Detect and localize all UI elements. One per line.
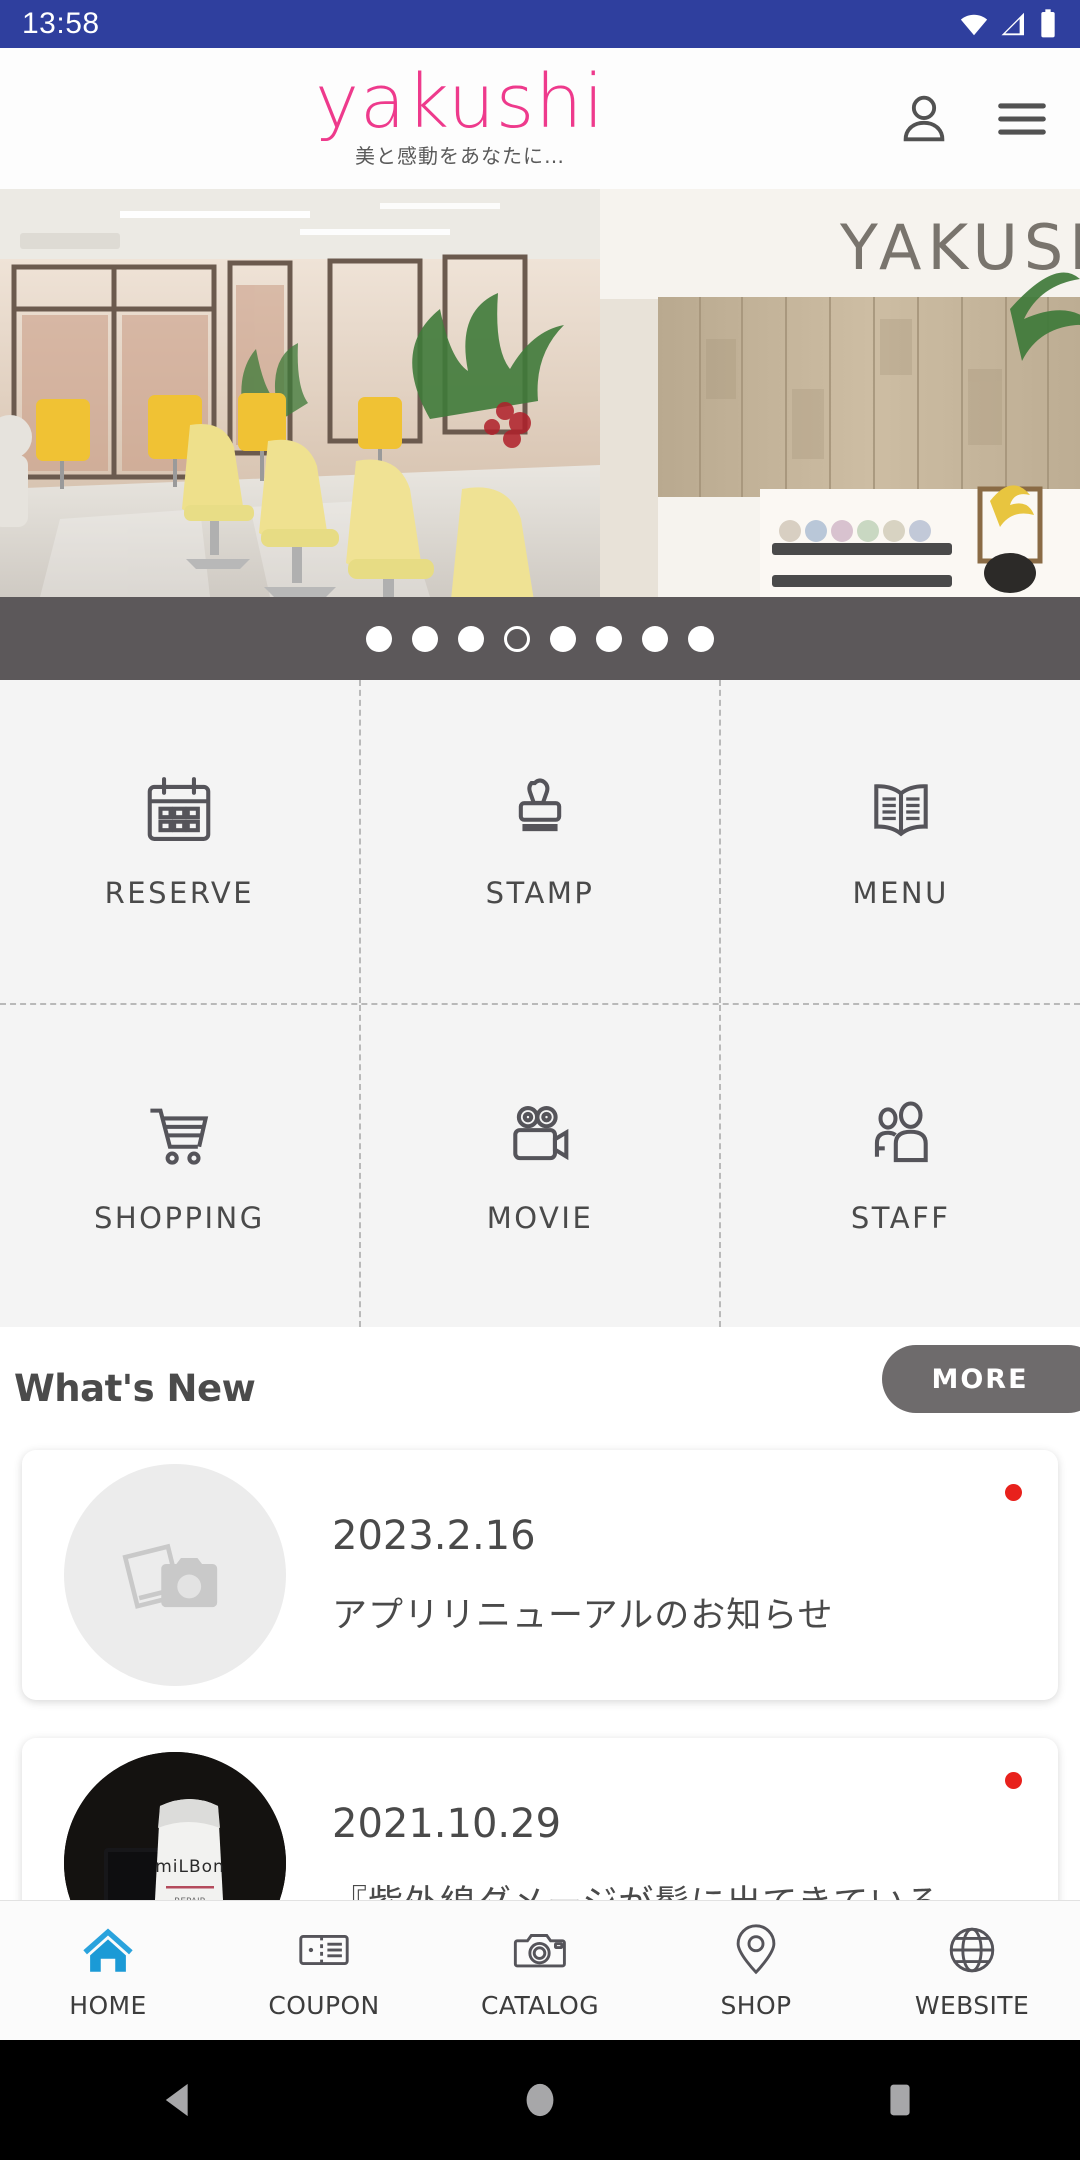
nav-label: SHOP [720,1991,792,2020]
system-back-button[interactable] [120,2040,240,2160]
logo-text: yakushi [315,58,605,145]
globe-icon [949,1927,995,1973]
calendar-icon [148,777,211,842]
bottom-navigation: HOME COUPON CATALOG SHOP WEBSITE [0,1900,1080,2040]
news-card-body: 2023.2.16 アプリリニューアルのお知らせ [332,1513,1058,1638]
system-home-button[interactable] [480,2040,600,2160]
triangle-back-icon [165,2083,188,2117]
grid-item-movie[interactable]: MOVIE [358,1004,720,1327]
grid-item-label: STAMP [485,876,595,911]
svg-text:YAKUSH: YAKUSH [839,211,1080,284]
nav-item-catalog[interactable]: CATALOG [432,1921,648,2020]
nav-label: WEBSITE [914,1991,1030,2020]
carousel-dot-1[interactable] [366,625,392,652]
carousel-dot-8[interactable] [688,625,714,652]
carousel-dot-2[interactable] [412,625,438,652]
header-actions [892,48,1054,189]
news-card[interactable]: miLBon REPAIR TREAT miLBon 2021.10.29 『紫… [22,1738,1058,1900]
news-title: 『紫外線ダメージが髪に出てきている [332,1875,1058,1901]
battery-icon [1041,9,1055,38]
grid-item-label: RESERVE [104,876,255,911]
status-time: 13:58 [22,7,100,40]
grid-item-label: MENU [852,876,949,911]
grid-item-label: STAFF [850,1200,951,1235]
grid-row-1: RESERVE STAMP MENU [0,680,1080,1005]
nav-item-home[interactable]: HOME [0,1921,216,2020]
carousel-dot-3[interactable] [458,625,484,652]
nav-label: COUPON [268,1991,380,2020]
nav-label: CATALOG [481,1991,599,2020]
grid-item-reserve[interactable]: RESERVE [0,680,359,1003]
carousel-dot-5[interactable] [550,625,576,652]
carousel-dots[interactable] [0,597,1080,680]
grid-item-stamp[interactable]: STAMP [358,680,720,1003]
news-card[interactable]: 2023.2.16 アプリリニューアルのお知らせ [22,1450,1058,1700]
hero-carousel-image[interactable]: YAKUSH [0,189,1080,597]
quick-action-grid: RESERVE STAMP MENU SHOPPING MOVIE STAFF [0,680,1080,1327]
signal-icon [1001,12,1024,36]
logo-tagline: 美と感動をあなたに… [355,144,565,169]
grid-item-shopping[interactable]: SHOPPING [0,1005,359,1328]
news-thumbnail: miLBon REPAIR TREAT miLBon [64,1752,286,1900]
news-thumbnail [64,1464,286,1686]
square-recents-icon [890,2084,910,2116]
home-icon [83,1928,133,1972]
section-title: What's New [14,1367,256,1410]
news-title: アプリリニューアルのお知らせ [332,1595,834,1636]
image-placeholder-icon [122,1543,218,1609]
status-bar: 13:58 [0,0,1080,48]
svg-text:miLBon: miLBon [155,1857,225,1877]
nav-item-website[interactable]: WEBSITE [864,1921,1080,2020]
carousel-dot-6[interactable] [596,625,622,652]
camera-icon [513,1934,566,1968]
news-date: 2021.10.29 [332,1800,562,1847]
stamp-icon [518,778,562,832]
more-button[interactable]: MORE [882,1345,1080,1413]
status-icons [958,8,1058,40]
nav-item-coupon[interactable]: COUPON [216,1921,432,2020]
people-icon [874,1101,928,1162]
whats-new-header: What's New MORE [0,1327,1080,1440]
person-icon [903,95,945,141]
account-button[interactable] [892,87,956,151]
news-list[interactable]: 2023.2.16 アプリリニューアルのお知らせ miLBon REPAIR T… [0,1440,1080,1900]
news-card-body: 2021.10.29 『紫外線ダメージが髪に出てきている [332,1801,1058,1901]
app-header: yakushi 美と感動をあなたに… [0,48,1080,189]
phone-screen: 13:58 yakushi 美と感動をあなたに… YAKUS RESERVE S… [0,0,1080,2160]
unread-badge [1005,1484,1022,1501]
grid-item-label: SHOPPING [93,1200,265,1235]
ticket-icon [299,1935,349,1965]
news-date: 2023.2.16 [332,1512,536,1559]
shopping-cart-icon [150,1108,209,1165]
circle-home-icon [526,2083,554,2117]
grid-item-label: MOVIE [486,1200,594,1235]
hamburger-menu-icon [998,102,1046,135]
grid-item-menu[interactable]: MENU [719,680,1080,1003]
nav-label: HOME [69,1991,147,2020]
carousel-dot-7[interactable] [642,625,668,652]
grid-item-staff[interactable]: STAFF [719,1004,1080,1327]
location-pin-icon [736,1924,776,1975]
unread-badge [1005,1772,1022,1789]
nav-item-shop[interactable]: SHOP [648,1921,864,2020]
system-navigation-bar [0,2040,1080,2160]
carousel-dot-4-active[interactable] [504,625,530,652]
wifi-icon [960,14,988,36]
system-recents-button[interactable] [840,2040,960,2160]
open-book-icon [873,784,928,837]
salon-interior-illustration: YAKUSH [0,189,1080,597]
menu-button[interactable] [990,87,1054,151]
video-camera-icon [513,1105,569,1160]
product-photo: miLBon REPAIR TREAT miLBon [64,1752,286,1900]
grid-row-2: SHOPPING MOVIE STAFF [0,1004,1080,1328]
